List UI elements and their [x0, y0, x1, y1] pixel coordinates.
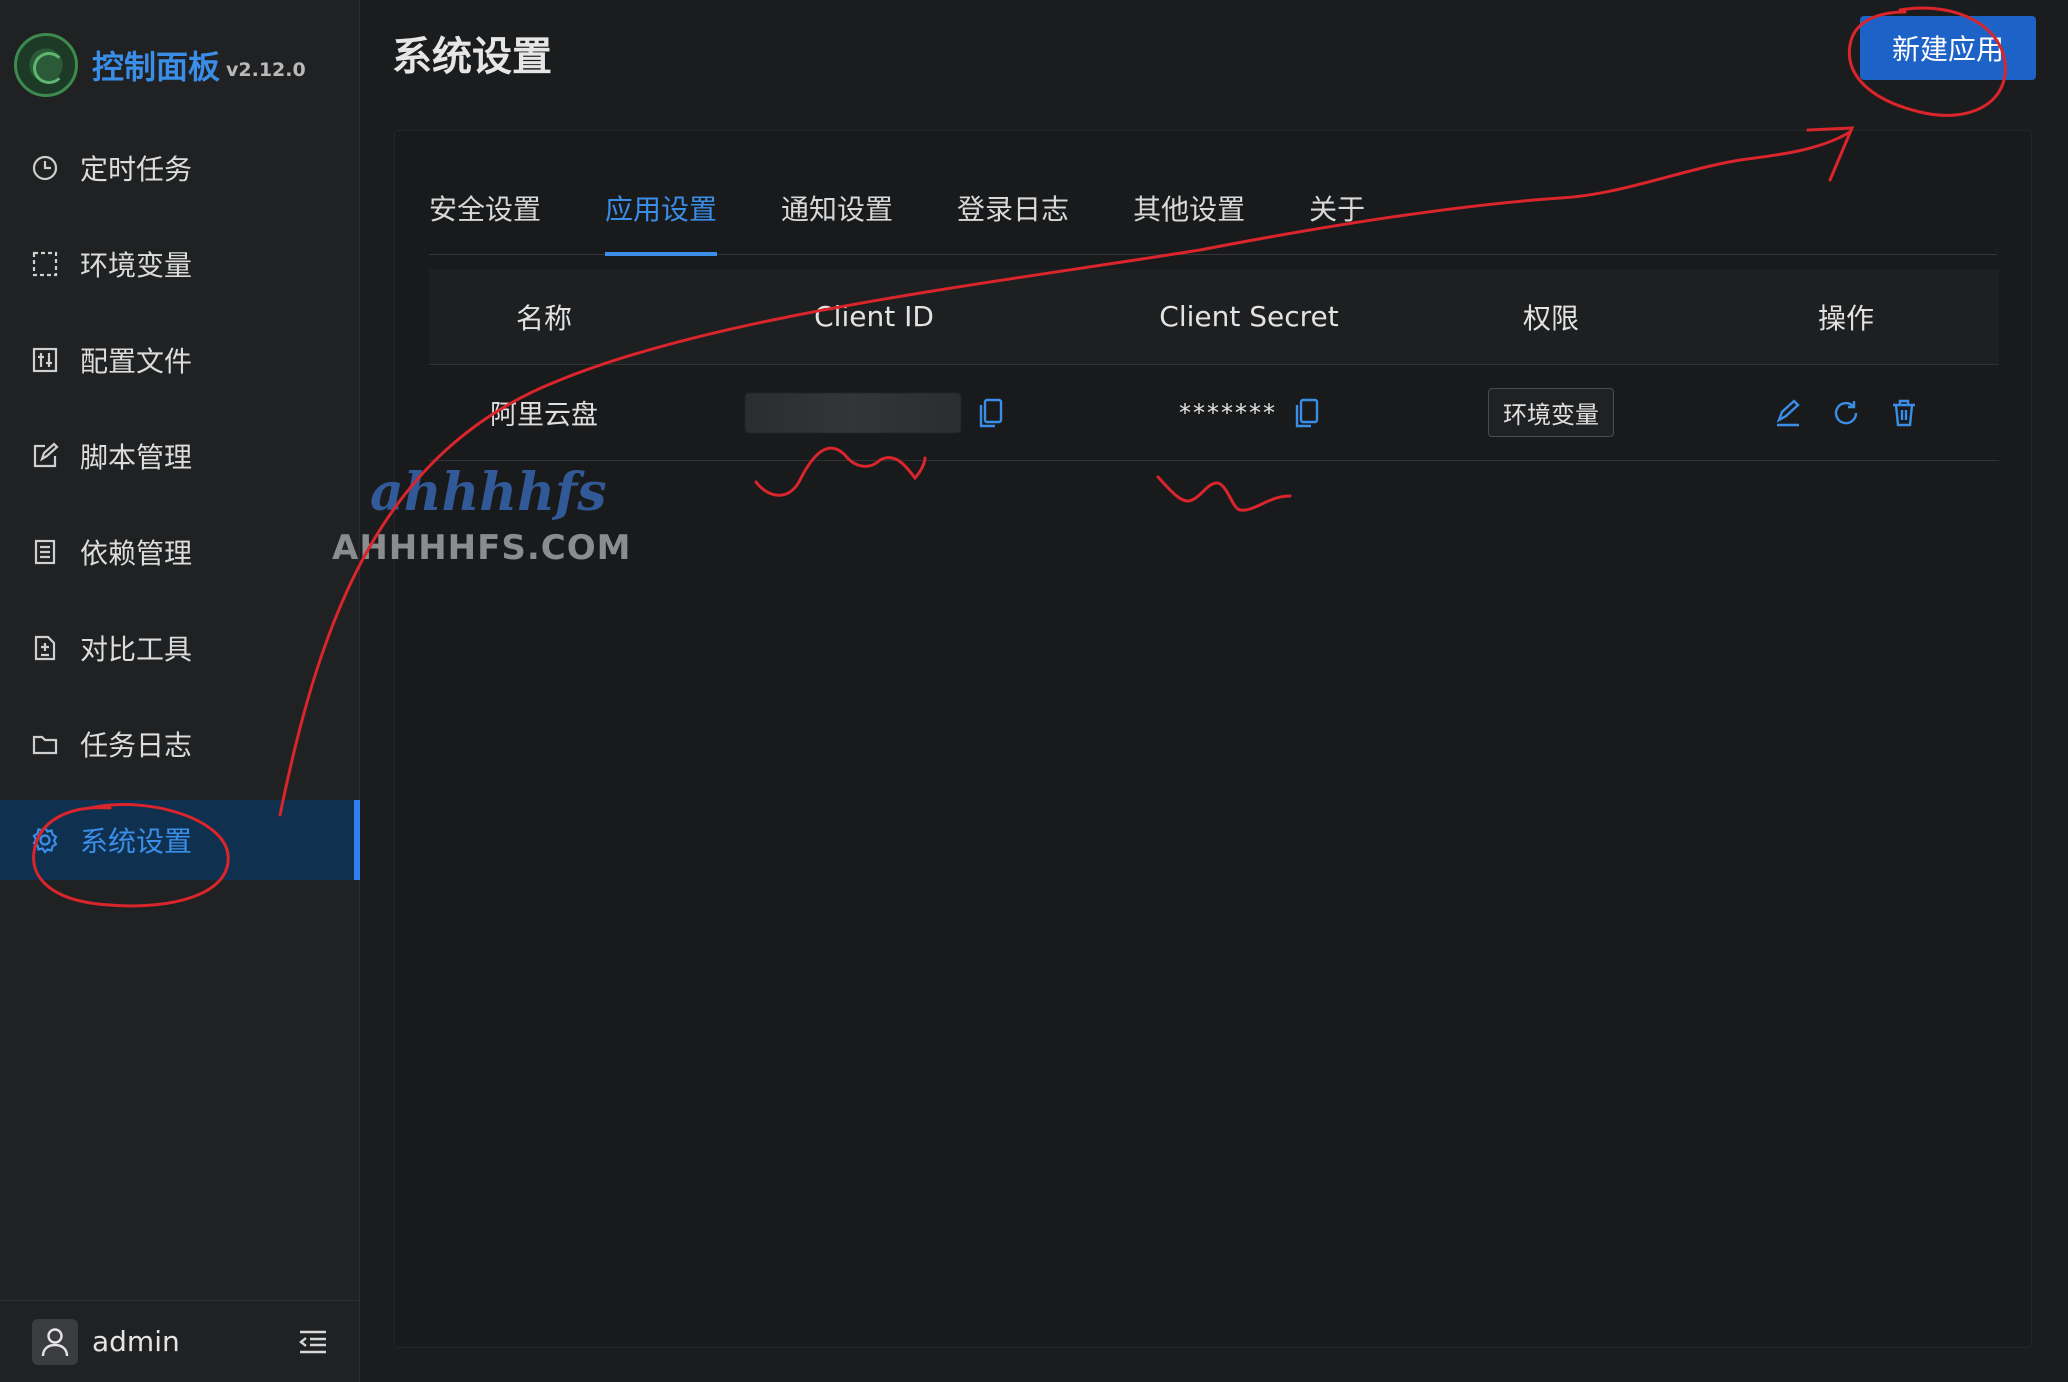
sidebar-footer: admin: [0, 1300, 360, 1382]
document-icon: [30, 537, 60, 567]
settings-tabs: 安全设置 应用设置 通知设置 登录日志 其他设置 关于: [429, 181, 1997, 256]
clock-icon: [30, 153, 60, 183]
actions-cell: [1693, 398, 1999, 428]
sidebar-item-scripts[interactable]: 脚本管理: [0, 416, 360, 496]
folder-icon: [30, 729, 60, 759]
sidebar-item-label: 环境变量: [80, 249, 193, 282]
tab-login-log[interactable]: 登录日志: [957, 181, 1069, 255]
brand-version: v2.12.0: [226, 59, 306, 81]
username[interactable]: admin: [92, 1325, 180, 1358]
user-icon: [41, 1327, 69, 1356]
sidebar-item-label: 定时任务: [80, 153, 193, 186]
refresh-icon[interactable]: [1831, 398, 1861, 428]
tab-security[interactable]: 安全设置: [429, 181, 541, 255]
watermark-text: AHHHHFS.COM: [332, 528, 632, 568]
column-header-scope: 权限: [1522, 301, 1579, 335]
diff-icon: [30, 633, 60, 663]
client-secret-cell: *******: [1089, 398, 1409, 428]
settings-card: 安全设置 应用设置 通知设置 登录日志 其他设置 关于 名称 Client ID…: [394, 130, 2032, 1348]
app-window: 控制面板 v2.12.0 定时任务 环境变量 配置文件 脚本管理 依赖管理 对比…: [0, 0, 2068, 1382]
apps-table: 名称 Client ID Client Secret 权限 操作 阿里云盘 **…: [429, 269, 1999, 461]
new-app-button[interactable]: 新建应用: [1860, 16, 2036, 80]
sidebar-item-label: 配置文件: [80, 345, 193, 378]
column-header-actions: 操作: [1817, 301, 1874, 335]
gear-icon: [30, 825, 60, 855]
watermark-script: ahhhhfs: [370, 462, 607, 523]
brand[interactable]: 控制面板 v2.12.0: [14, 30, 306, 100]
tab-notification[interactable]: 通知设置: [781, 181, 893, 255]
sidebar-item-diff[interactable]: 对比工具: [0, 608, 360, 688]
menu-fold-icon[interactable]: [296, 1325, 330, 1359]
sidebar-item-dependencies[interactable]: 依赖管理: [0, 512, 360, 592]
avatar[interactable]: [32, 1318, 78, 1365]
column-header-name: 名称: [515, 301, 572, 335]
scope-cell: 环境变量: [1409, 388, 1693, 437]
brand-title: 控制面板: [92, 48, 221, 86]
column-header-client-secret: Client Secret: [1159, 300, 1339, 333]
edit-icon: [30, 441, 60, 471]
table-row: 阿里云盘 ******* 环境变量: [429, 365, 1999, 461]
sidebar-nav: 定时任务 环境变量 配置文件 脚本管理 依赖管理 对比工具 任务日志 系统设置: [0, 128, 360, 896]
tab-about[interactable]: 关于: [1309, 181, 1365, 255]
sidebar: 控制面板 v2.12.0 定时任务 环境变量 配置文件 脚本管理 依赖管理 对比…: [0, 0, 360, 1382]
tab-other[interactable]: 其他设置: [1133, 181, 1245, 255]
sidebar-item-label: 对比工具: [80, 633, 193, 666]
dashed-box-icon: [30, 249, 60, 279]
sidebar-item-label: 系统设置: [80, 825, 193, 858]
sliders-icon: [30, 345, 60, 375]
edit-icon[interactable]: [1773, 398, 1803, 428]
page-title: 系统设置: [392, 34, 552, 80]
logo-icon: [14, 33, 78, 97]
client-secret-value: *******: [1179, 398, 1277, 427]
tab-app-settings[interactable]: 应用设置: [605, 181, 718, 256]
sidebar-item-crontab[interactable]: 定时任务: [0, 128, 360, 208]
app-name: 阿里云盘: [490, 400, 598, 431]
sidebar-item-config[interactable]: 配置文件: [0, 320, 360, 400]
copy-icon[interactable]: [1295, 398, 1319, 428]
scope-tag: 环境变量: [1488, 388, 1614, 437]
watermark: ahhhhfs AHHHHFS.COM: [330, 462, 630, 572]
copy-icon[interactable]: [979, 398, 1003, 428]
sidebar-item-label: 依赖管理: [80, 537, 193, 570]
sidebar-item-env[interactable]: 环境变量: [0, 224, 360, 304]
sidebar-item-label: 脚本管理: [80, 441, 193, 474]
column-header-client-id: Client ID: [814, 300, 934, 333]
sidebar-item-logs[interactable]: 任务日志: [0, 704, 360, 784]
sidebar-item-label: 任务日志: [80, 729, 193, 762]
delete-icon[interactable]: [1889, 398, 1919, 428]
client-id-cell: [659, 392, 1089, 433]
table-header: 名称 Client ID Client Secret 权限 操作: [429, 269, 1999, 365]
client-id-value: [745, 392, 961, 433]
sidebar-item-settings[interactable]: 系统设置: [0, 800, 360, 880]
